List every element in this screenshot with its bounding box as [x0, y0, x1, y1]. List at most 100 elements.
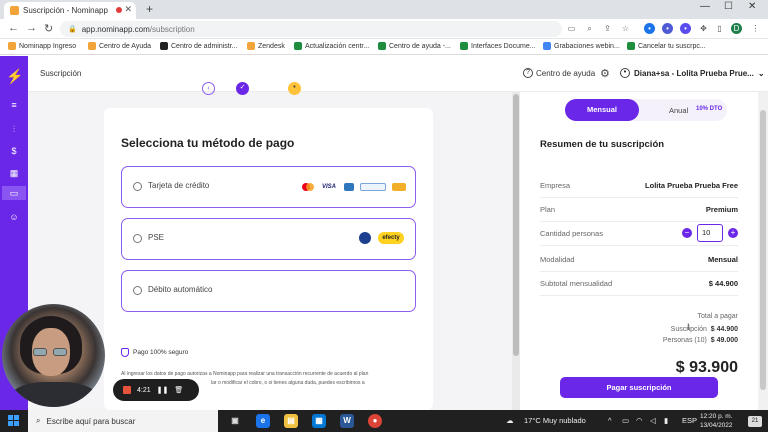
- bookmark-item[interactable]: Cancelar tu suscrpc...: [627, 42, 706, 50]
- page-title: Suscripción: [40, 69, 82, 78]
- profile-avatar[interactable]: D: [731, 23, 742, 34]
- visa-logo: VISA: [321, 184, 336, 190]
- increment-button[interactable]: +: [728, 228, 738, 238]
- url-field[interactable]: 🔒 app.nominapp.com/subscription: [60, 21, 562, 37]
- extension-1-icon[interactable]: •: [644, 23, 655, 34]
- help-center-link[interactable]: ? Centro de ayuda: [523, 68, 595, 78]
- bookmark-item[interactable]: Centro de Ayuda: [88, 42, 151, 50]
- extension-3-icon[interactable]: •: [680, 23, 691, 34]
- browser-tab[interactable]: Suscripción - Nominapp ✕: [4, 2, 136, 19]
- volume-icon[interactable]: ◁: [650, 416, 656, 425]
- secure-payment-note: Pago 100% seguro: [121, 348, 188, 357]
- building-icon[interactable]: ▦: [7, 166, 21, 180]
- file-explorer-icon[interactable]: ▤: [284, 414, 298, 428]
- bookmark-favicon-icon: [88, 42, 96, 50]
- gear-icon[interactable]: ⚙: [600, 67, 610, 80]
- summary-row-modality: Modalidad Mensual: [540, 248, 738, 272]
- forward-icon[interactable]: →: [26, 22, 37, 34]
- billing-toggle[interactable]: Mensual Anual 10% DTO: [565, 99, 727, 121]
- option-label: PSE: [148, 233, 165, 242]
- dollar-icon[interactable]: $: [7, 144, 21, 158]
- stepper: ‹ ✓ •: [200, 82, 301, 98]
- quantity-stepper: − 10 +: [682, 224, 738, 242]
- credit-card-icon[interactable]: ▭: [2, 186, 26, 200]
- taskbar-clock[interactable]: 12:20 p. m. 13/04/2022: [700, 412, 733, 430]
- side-panel-icon[interactable]: ▯: [714, 23, 725, 34]
- battery-icon[interactable]: ▮: [664, 416, 668, 425]
- pay-subscription-button[interactable]: Pagar suscripción: [560, 377, 718, 398]
- network-icon[interactable]: ▭: [622, 416, 629, 425]
- toggle-annual[interactable]: Anual: [669, 106, 688, 115]
- bookmark-star-icon[interactable]: ☆: [620, 23, 631, 34]
- toggle-monthly[interactable]: Mensual: [565, 99, 639, 121]
- chrome-icon[interactable]: ●: [368, 414, 382, 428]
- minimize-icon[interactable]: —: [700, 1, 710, 12]
- settings-sliders-icon[interactable]: ⫶: [7, 122, 21, 136]
- notification-badge[interactable]: 21: [748, 416, 762, 427]
- maximize-icon[interactable]: ☐: [724, 1, 733, 12]
- checklist-icon[interactable]: ≡: [7, 98, 21, 112]
- main-scrollbar[interactable]: [512, 92, 520, 410]
- bookmark-item[interactable]: Centro de administr...: [160, 42, 238, 50]
- support-face-icon[interactable]: ☺: [7, 210, 21, 224]
- bookmarks-bar: Nominapp Ingreso Centro de Ayuda Centro …: [0, 39, 768, 55]
- scrollbar-thumb[interactable]: [513, 94, 519, 356]
- subscription-line: Suscripción $ 44.900: [670, 326, 738, 333]
- option-credit-card[interactable]: Tarjeta de crédito VISA: [121, 166, 416, 208]
- word-icon[interactable]: W: [340, 414, 354, 428]
- extensions-puzzle-icon[interactable]: ✥: [698, 23, 709, 34]
- cast-icon[interactable]: ▭: [566, 23, 577, 34]
- extension-2-icon[interactable]: •: [662, 23, 673, 34]
- diners-icon: [360, 183, 386, 191]
- task-view-icon[interactable]: ▣: [228, 414, 242, 428]
- tray-chevron-icon[interactable]: ^: [608, 416, 612, 425]
- translate-icon[interactable]: ⌕: [584, 23, 595, 34]
- back-icon[interactable]: ←: [8, 22, 19, 34]
- bookmark-favicon-icon: [247, 42, 255, 50]
- language-indicator[interactable]: ESP: [682, 416, 697, 425]
- bookmark-item[interactable]: Zendesk: [247, 42, 285, 50]
- taskbar-search[interactable]: ⌕ Escribe aquí para buscar: [28, 410, 218, 432]
- wifi-icon[interactable]: ◠: [636, 416, 643, 425]
- bookmark-favicon-icon: [378, 42, 386, 50]
- option-auto-debit[interactable]: Débito automático: [121, 270, 416, 312]
- webcam-overlay: [2, 304, 105, 407]
- step-back-icon[interactable]: ‹: [202, 82, 215, 95]
- amex-icon: [344, 183, 354, 191]
- close-tab-icon[interactable]: ✕: [124, 4, 132, 15]
- scrollbar-thumb[interactable]: [760, 110, 766, 390]
- option-pse[interactable]: PSE efecty: [121, 218, 416, 260]
- decrement-button[interactable]: −: [682, 228, 692, 238]
- summary-scrollbar[interactable]: [758, 92, 768, 410]
- menu-kebab-icon[interactable]: ⋮: [750, 23, 761, 34]
- weather-icon[interactable]: ☁: [506, 416, 514, 425]
- windows-start-icon[interactable]: [8, 415, 20, 427]
- search-icon: ⌕: [36, 416, 41, 425]
- weather-text[interactable]: 17°C Muy nublado: [524, 416, 586, 425]
- bookmark-favicon-icon: [294, 42, 302, 50]
- bookmark-item[interactable]: Grabaciones webin...: [543, 42, 620, 50]
- share-icon[interactable]: ⇪: [602, 23, 613, 34]
- recording-indicator-icon: [116, 7, 122, 13]
- bookmark-item[interactable]: Centro de ayuda -...: [378, 42, 451, 50]
- bookmark-item[interactable]: Actualización centr...: [294, 42, 369, 50]
- summary-row-quantity: Cantidad personas − 10 +: [540, 222, 738, 246]
- stop-recording-icon[interactable]: [123, 386, 131, 394]
- radio-pse[interactable]: [133, 234, 142, 243]
- store-icon[interactable]: ▦: [312, 414, 326, 428]
- user-menu[interactable]: • Diana+sa - Lolita Prueba Prue... ⌄: [620, 68, 765, 78]
- trash-icon[interactable]: 🗑: [174, 386, 183, 394]
- reload-icon[interactable]: ↻: [44, 22, 53, 35]
- address-bar-row: ← → ↻ 🔒 app.nominapp.com/subscription ▭ …: [0, 19, 768, 39]
- radio-auto-debit[interactable]: [133, 286, 142, 295]
- new-tab-icon[interactable]: +: [146, 2, 153, 16]
- quantity-input[interactable]: 10: [697, 224, 723, 242]
- radio-credit-card[interactable]: [133, 182, 142, 191]
- nominapp-logo-icon[interactable]: ⚡: [6, 68, 23, 84]
- pause-icon[interactable]: ❚❚: [157, 386, 169, 394]
- subscription-summary: Mensual Anual 10% DTO Resumen de tu susc…: [520, 92, 756, 410]
- close-window-icon[interactable]: ✕: [748, 1, 756, 12]
- edge-icon[interactable]: e: [256, 414, 270, 428]
- bookmark-item[interactable]: Nominapp Ingreso: [8, 42, 76, 50]
- bookmark-item[interactable]: Interfaces Docume...: [460, 42, 536, 50]
